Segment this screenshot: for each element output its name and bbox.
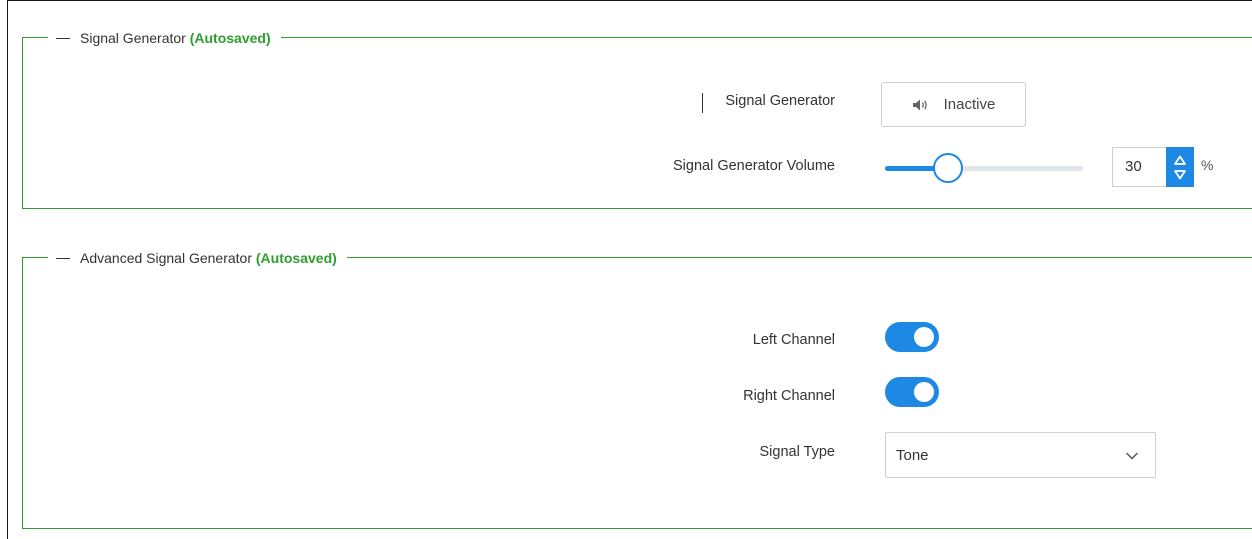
signal-generator-status-button[interactable]: Inactive — [881, 82, 1026, 127]
signal-generator-label: Signal Generator — [725, 93, 835, 109]
signal-type-label: Signal Type — [759, 444, 835, 460]
stepper-buttons — [1166, 147, 1194, 187]
section-legend[interactable]: Signal Generator (Autosaved) — [48, 28, 281, 48]
volume-unit: % — [1201, 157, 1214, 173]
volume-slider[interactable] — [885, 153, 1083, 183]
volume-stepper[interactable]: 30 — [1112, 147, 1194, 187]
left-channel-toggle[interactable] — [885, 322, 939, 352]
collapse-icon[interactable] — [56, 37, 70, 39]
volume-value: 30 — [1125, 158, 1142, 175]
section-title: Signal Generator — [80, 30, 186, 46]
signal-generator-section: Signal Generator (Autosaved) — [22, 28, 1252, 209]
slider-thumb[interactable] — [933, 153, 963, 183]
autosaved-badge: (Autosaved) — [255, 250, 337, 266]
increment-icon[interactable] — [1173, 154, 1187, 166]
right-channel-toggle[interactable] — [885, 377, 939, 407]
toggle-knob — [914, 327, 934, 347]
signal-type-value: Tone — [896, 447, 929, 464]
signal-type-select[interactable]: Tone — [885, 432, 1156, 478]
decrement-icon[interactable] — [1173, 169, 1187, 181]
toggle-knob — [914, 382, 934, 402]
section-legend[interactable]: Advanced Signal Generator (Autosaved) — [48, 248, 347, 268]
speaker-icon — [912, 98, 930, 112]
left-channel-label: Left Channel — [752, 332, 835, 348]
status-button-label: Inactive — [943, 96, 996, 113]
section-title: Advanced Signal Generator — [80, 250, 252, 266]
right-channel-label: Right Channel — [743, 388, 835, 404]
autosaved-badge: (Autosaved) — [189, 30, 271, 46]
chevron-down-icon — [1125, 448, 1139, 466]
volume-label: Signal Generator Volume — [672, 158, 835, 174]
collapse-icon[interactable] — [56, 257, 70, 259]
